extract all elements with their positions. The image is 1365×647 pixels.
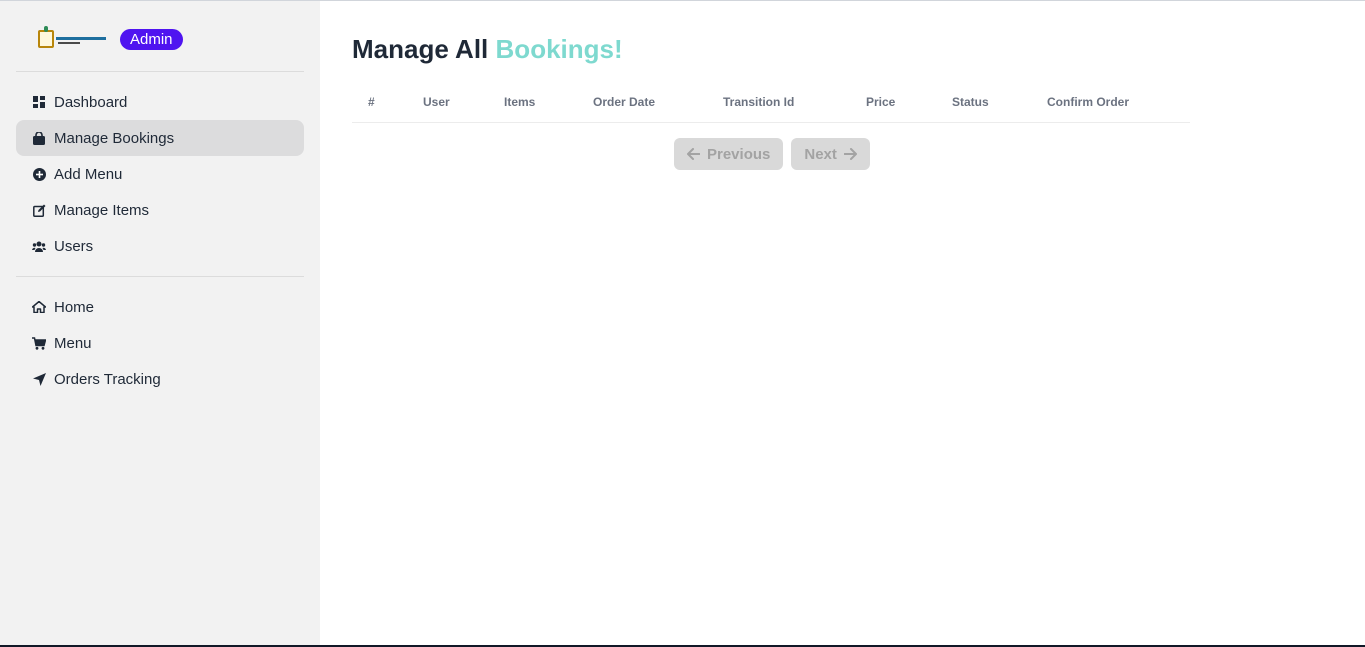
dashboard-icon <box>32 95 46 109</box>
page-title-main: Manage All <box>352 34 489 64</box>
sidebar-item-manage-bookings[interactable]: Manage Bookings <box>16 120 304 156</box>
sidebar-item-orders-tracking[interactable]: Orders Tracking <box>16 361 304 397</box>
sidebar: Admin Dashboard Manage Bookings Add Menu <box>0 1 320 645</box>
bookings-table-header: # User Items Order Date Transition Id Pr… <box>352 85 1190 123</box>
sidebar-item-label: Manage Items <box>54 201 150 219</box>
edit-icon <box>32 203 46 217</box>
cart-icon <box>32 336 46 350</box>
sidebar-item-dashboard[interactable]: Dashboard <box>16 84 304 120</box>
sidebar-item-label: Manage Bookings <box>54 129 175 147</box>
sidebar-divider <box>16 71 304 72</box>
sidebar-item-label: Users <box>54 237 94 255</box>
sidebar-item-add-menu[interactable]: Add Menu <box>16 156 304 192</box>
sidebar-item-manage-items[interactable]: Manage Items <box>16 192 304 228</box>
sidebar-item-users[interactable]: Users <box>16 228 304 264</box>
admin-badge: Admin <box>120 28 183 50</box>
column-header-user: User <box>423 95 450 109</box>
column-header-order-date: Order Date <box>593 95 656 109</box>
sidebar-item-home[interactable]: Home <box>16 289 304 325</box>
sidebar-item-label: Orders Tracking <box>54 370 161 388</box>
next-button[interactable]: Next <box>791 138 870 170</box>
column-header-number: # <box>368 95 375 109</box>
pagination: Previous Next <box>674 138 870 170</box>
sidebar-item-label: Dashboard <box>54 93 128 111</box>
arrow-right-icon <box>843 148 857 160</box>
previous-label: Previous <box>707 145 771 163</box>
users-icon <box>32 239 46 253</box>
column-header-price: Price <box>866 95 896 109</box>
home-icon <box>32 300 46 314</box>
brand: Admin <box>38 26 183 51</box>
column-header-confirm-order: Confirm Order <box>1047 95 1130 109</box>
next-label: Next <box>804 145 837 163</box>
sidebar-item-label: Add Menu <box>54 165 123 183</box>
sidebar-item-label: Menu <box>54 334 92 352</box>
location-arrow-icon <box>32 372 46 386</box>
page-title: Manage All Bookings! <box>352 34 623 65</box>
site-nav: Home Menu Orders Tracking <box>16 289 304 397</box>
plus-circle-icon <box>32 167 46 181</box>
sidebar-item-menu[interactable]: Menu <box>16 325 304 361</box>
restaurant-logo[interactable] <box>38 26 108 50</box>
column-header-transition-id: Transition Id <box>723 95 795 109</box>
arrow-left-icon <box>687 148 700 160</box>
sidebar-item-label: Home <box>54 298 95 316</box>
column-header-status: Status <box>952 95 989 109</box>
sidebar-divider <box>16 276 304 277</box>
shopping-bag-icon <box>32 131 46 145</box>
page-title-accent: Bookings! <box>495 34 623 64</box>
previous-button[interactable]: Previous <box>674 138 784 170</box>
column-header-items: Items <box>504 95 536 109</box>
admin-nav: Dashboard Manage Bookings Add Menu Manag… <box>16 84 304 264</box>
